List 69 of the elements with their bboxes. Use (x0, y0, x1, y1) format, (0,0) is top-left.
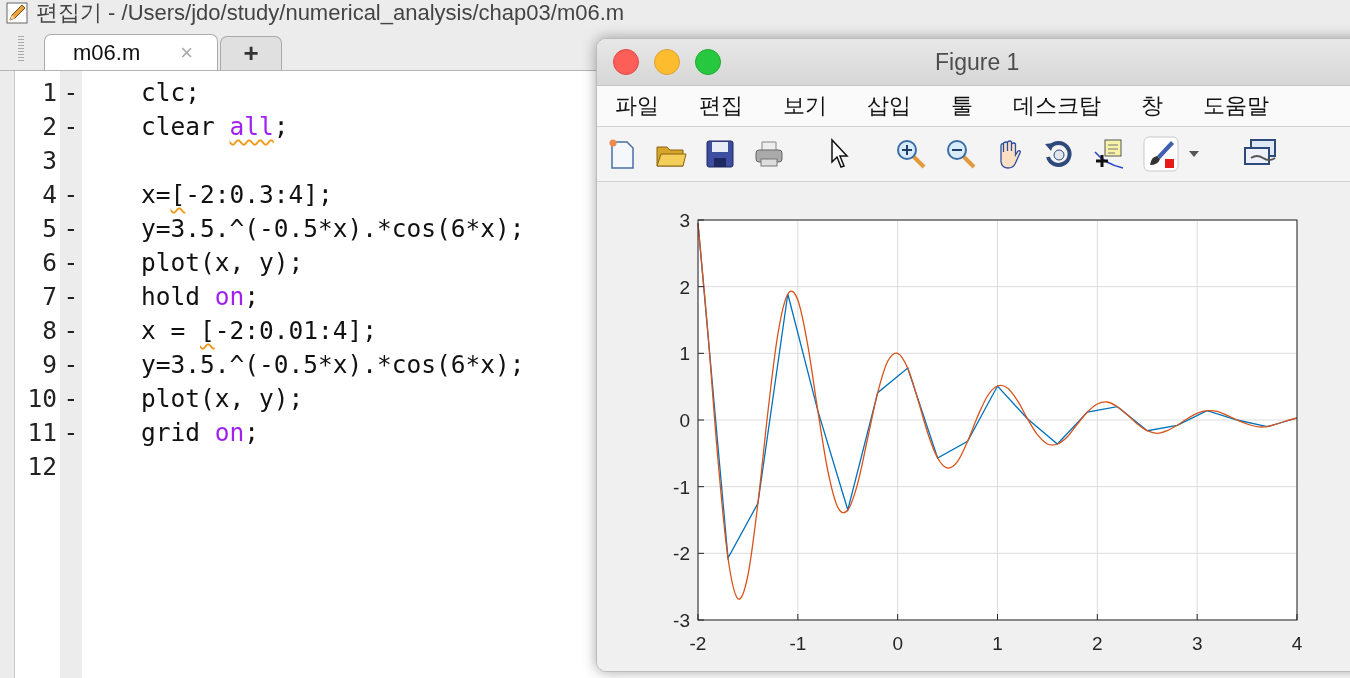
menu-item[interactable]: 툴 (951, 91, 973, 121)
code-line: x = [-2:0.01:4]; (141, 316, 378, 345)
code-line: x=[-2:0.3:4]; (141, 180, 333, 209)
editor-tab[interactable]: + (220, 36, 282, 70)
executable-marker: - (62, 247, 80, 279)
menu-item[interactable]: 보기 (783, 91, 827, 121)
executable-marker: - (62, 281, 80, 313)
menu-item[interactable]: 편집 (699, 91, 743, 121)
code-line: plot(x, y); (141, 248, 304, 277)
y-tick-label: 3 (679, 210, 690, 231)
code-line: y=3.5.^(-0.5*x).*cos(6*x); (141, 214, 525, 243)
executable-marker: - (62, 111, 80, 143)
executable-marker: - (62, 383, 80, 415)
data-cursor-icon[interactable] (1093, 138, 1125, 170)
window-title: Figure 1 (935, 48, 1020, 76)
line-number: 4 (41, 179, 58, 211)
executable-marker: - (62, 213, 80, 245)
y-tick-label: 2 (679, 276, 690, 298)
executable-marker: - (62, 349, 80, 381)
line-number: 6 (41, 247, 58, 279)
x-tick-label: 4 (1291, 633, 1303, 654)
printer-icon[interactable] (753, 139, 785, 169)
executable-marker: - (62, 179, 80, 211)
code-line: grid on; (141, 418, 260, 447)
code-line: y=3.5.^(-0.5*x).*cos(6*x); (141, 350, 525, 379)
executable-marker: - (62, 77, 80, 109)
menu-item[interactable]: 파일 (615, 91, 659, 121)
menu-item[interactable]: 데스크탑 (1013, 91, 1101, 121)
menu-item[interactable]: 창 (1141, 91, 1163, 121)
menu-item[interactable]: 삽입 (867, 91, 911, 121)
line-number: 5 (41, 213, 58, 245)
line-number: 3 (41, 145, 58, 177)
window-title: 편집기 - /Users/jdo/study/numerical_analysis/chap03/m06.m (36, 0, 625, 27)
pointer-icon[interactable] (829, 138, 851, 170)
line-number: 8 (41, 315, 58, 347)
line-number: 9 (41, 349, 58, 381)
caret-icon[interactable] (1189, 151, 1199, 157)
x-tick-label: -2 (689, 633, 707, 654)
code-line: clear all; (141, 112, 289, 141)
code-line: hold on; (141, 282, 260, 311)
new-file-icon[interactable] (607, 138, 637, 170)
line-number: 10 (26, 383, 58, 415)
line-number: 1 (41, 77, 58, 109)
executable-marker: - (62, 417, 80, 449)
y-tick-label: 1 (679, 343, 690, 365)
line-number: 7 (41, 281, 58, 313)
close-button[interactable] (613, 49, 639, 75)
code-line: clc; (141, 78, 200, 107)
executable-marker: - (62, 315, 80, 347)
code-line: plot(x, y); (141, 384, 304, 413)
brush-icon[interactable] (1143, 136, 1179, 172)
x-tick-label: 1 (992, 633, 1003, 654)
line-number: 12 (26, 451, 58, 483)
line-number: 2 (41, 111, 58, 143)
x-tick-label: 3 (1191, 633, 1203, 654)
editor-tab[interactable]: m06.m × (44, 34, 218, 70)
rotate-icon[interactable] (1043, 138, 1075, 170)
pencil-icon (6, 2, 28, 24)
x-tick-label: -1 (789, 633, 807, 654)
x-tick-label: 2 (1092, 633, 1103, 654)
y-tick-label: -2 (673, 543, 690, 565)
line-number: 11 (26, 417, 58, 449)
y-tick-label: -1 (673, 476, 690, 498)
y-tick-label: -3 (673, 610, 690, 631)
x-tick-label: 0 (892, 633, 903, 654)
zoom-out-icon[interactable] (945, 138, 977, 170)
menu-item[interactable]: 도움말 (1203, 91, 1269, 121)
zoom-in-icon[interactable] (895, 138, 927, 170)
y-tick-label: 0 (679, 410, 690, 431)
